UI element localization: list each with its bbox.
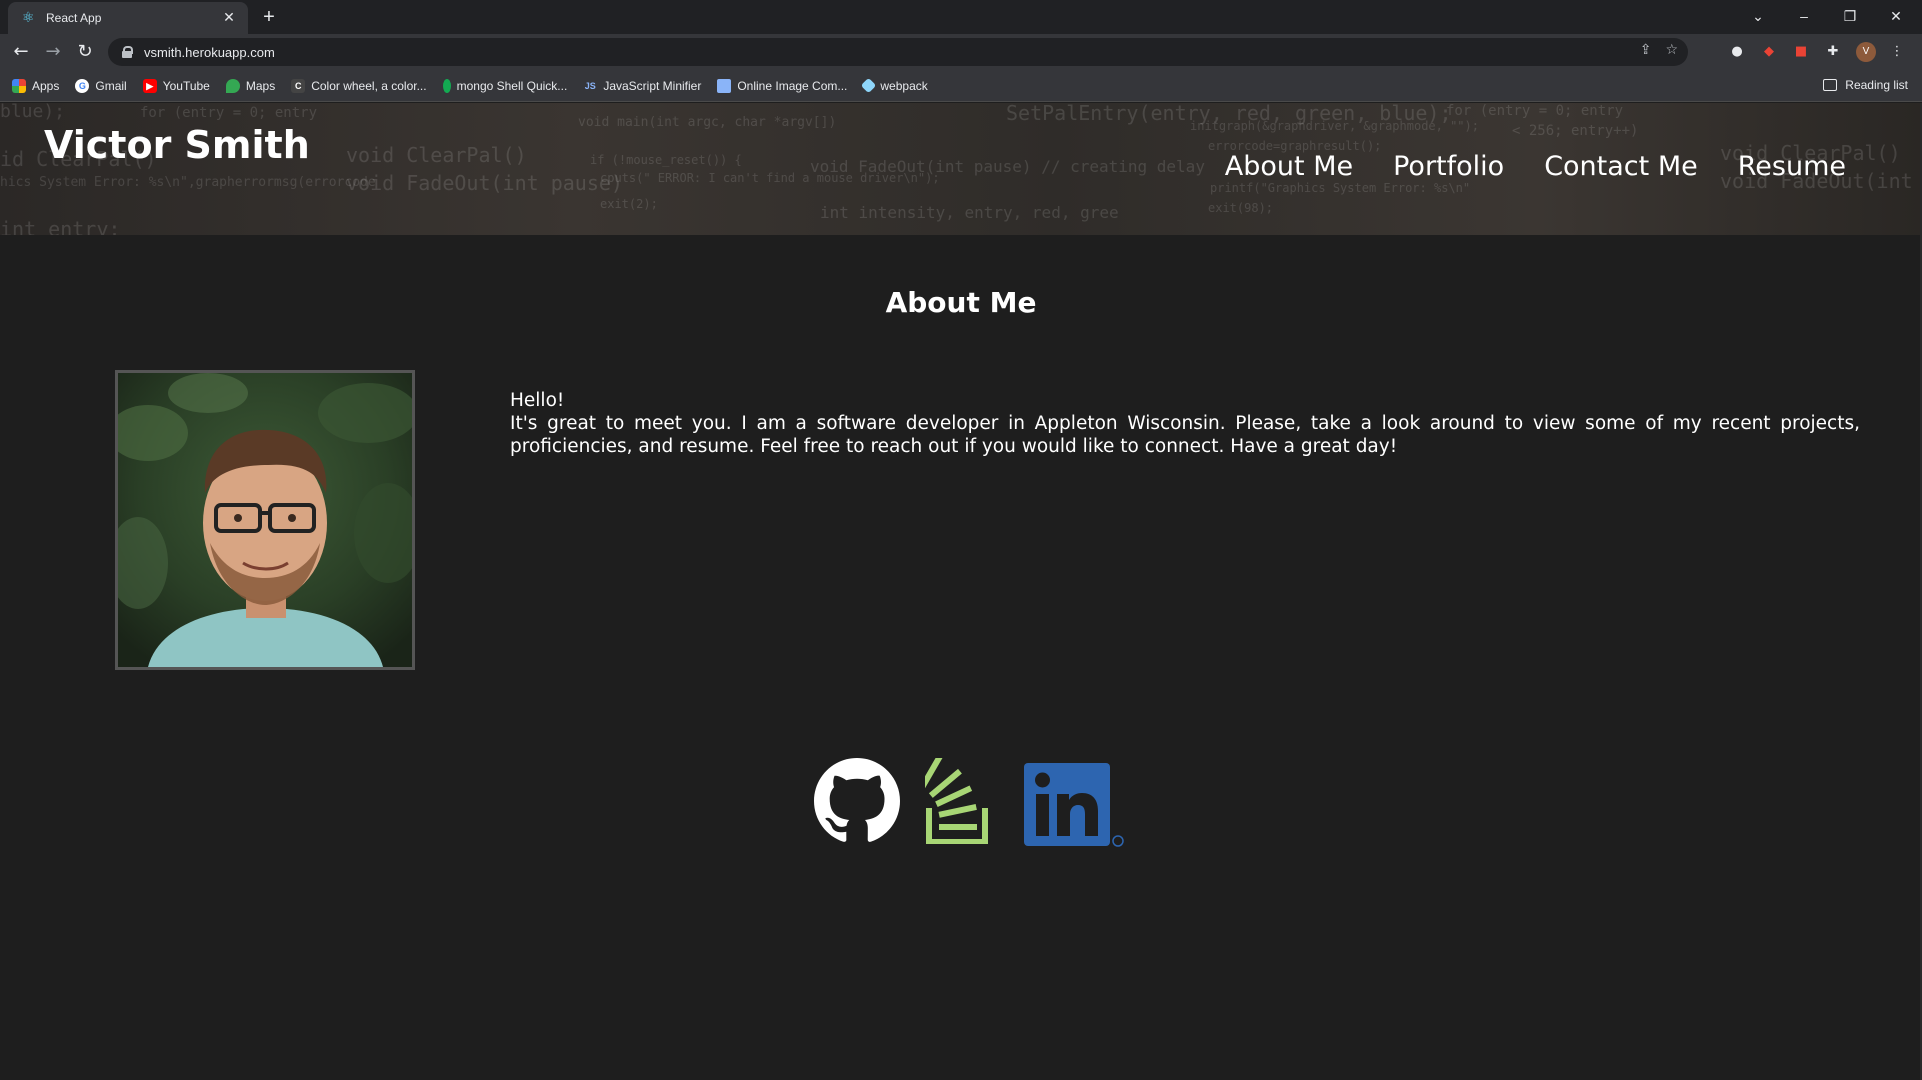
header-code-text: void main(int argc, char *argv[]) <box>578 115 837 130</box>
lock-icon[interactable] <box>122 46 133 58</box>
apps-grid-icon <box>12 78 26 93</box>
nav-contact-me[interactable]: Contact Me <box>1544 151 1698 182</box>
folder-icon <box>717 78 732 93</box>
bookmark-star-icon[interactable]: ☆ <box>1665 42 1678 58</box>
stackoverflow-link[interactable] <box>918 754 997 848</box>
minimize-button[interactable]: – <box>1784 4 1824 28</box>
bookmark-color-wheel[interactable]: C Color wheel, a color... <box>291 78 427 93</box>
site-title[interactable]: Victor Smith <box>44 123 310 167</box>
browser-tab[interactable]: ⚛ React App ✕ <box>8 2 248 34</box>
linkedin-icon <box>1024 763 1124 847</box>
about-text: Hello! It's great to meet you. I am a so… <box>510 389 1860 458</box>
stackoverflow-icon <box>918 754 988 845</box>
maps-pin-icon <box>225 78 240 93</box>
profile-avatar[interactable]: V <box>1856 42 1876 62</box>
reload-button[interactable]: ↻ <box>72 39 98 65</box>
header-code-text: exit(2); <box>600 197 658 211</box>
bookmark-maps[interactable]: Maps <box>225 78 275 93</box>
google-icon: G <box>75 78 90 93</box>
webpack-icon <box>861 77 877 94</box>
header-code-text: void FadeOut(int pause) <box>346 171 623 195</box>
reading-list-button[interactable]: Reading list <box>1823 78 1908 92</box>
header-code-text: hics System Error: %s\n",grapherrormsg(e… <box>0 175 376 190</box>
tab-title: React App <box>46 11 102 25</box>
github-link[interactable] <box>814 758 900 848</box>
browser-tab-strip: ⚛ React App ✕ + ⌄ – ❐ ✕ <box>0 0 1922 34</box>
header-code-text: < 256; entry++) <box>1512 123 1639 139</box>
bookmarks-bar: Apps G Gmail ▶ YouTube Maps C Color whee… <box>0 70 1922 102</box>
bookmark-gmail[interactable]: G Gmail <box>75 78 127 93</box>
header-code-text: void ClearPal() <box>346 143 527 167</box>
header-code-text: cputs(" ERROR: I can't find a mouse driv… <box>600 171 940 185</box>
extension-gift-icon[interactable]: ■ <box>1790 41 1812 63</box>
bookmark-youtube[interactable]: ▶ YouTube <box>142 78 210 93</box>
github-icon <box>814 758 900 842</box>
header-code-text: blue); <box>0 103 66 122</box>
bookmark-js-minifier[interactable]: JS JavaScript Minifier <box>583 79 702 93</box>
bio-text: It's great to meet you. I am a software … <box>510 413 1860 457</box>
header-code-text: exit(98); <box>1208 201 1274 215</box>
header-code-text: for (entry = 0; entry <box>140 105 318 121</box>
header-code-text: if (!mouse_reset()) { <box>590 153 742 167</box>
site-nav: About Me Portfolio Contact Me Resume <box>1225 151 1846 182</box>
restore-button[interactable]: ❐ <box>1830 4 1870 28</box>
header-code-text: printf("Graphics System Error: %s\n" <box>1210 181 1471 195</box>
web-page: blue); for (entry = 0; entry void main(i… <box>0 103 1922 1080</box>
tab-search-icon[interactable]: ⌄ <box>1738 4 1778 28</box>
js-icon: JS <box>584 80 596 91</box>
share-icon[interactable]: ⇪ <box>1640 42 1652 58</box>
extension-cast-icon[interactable]: ◆ <box>1758 41 1780 63</box>
nav-about-me[interactable]: About Me <box>1225 151 1353 182</box>
header-code-text: initgraph(&graphdriver, &graphmode, ""); <box>1190 119 1479 133</box>
mongodb-leaf-icon <box>442 78 451 93</box>
youtube-icon: ▶ <box>142 78 157 93</box>
greeting-text: Hello! <box>510 390 565 411</box>
header-code-text: int intensity, entry, red, gree <box>820 203 1119 222</box>
profile-photo <box>115 370 415 670</box>
site-header: blue); for (entry = 0; entry void main(i… <box>0 103 1922 235</box>
header-code-text: for (entry = 0; entry <box>1446 103 1624 119</box>
react-favicon-icon: ⚛ <box>22 10 35 26</box>
bookmark-image-compressor[interactable]: Online Image Com... <box>717 78 847 93</box>
menu-kebab-icon[interactable]: ⋮ <box>1886 41 1908 63</box>
close-tab-icon[interactable]: ✕ <box>220 10 238 26</box>
new-tab-button[interactable]: + <box>258 6 280 28</box>
nav-resume[interactable]: Resume <box>1738 151 1846 182</box>
url-text[interactable]: vsmith.herokuapp.com <box>144 45 275 60</box>
bookmark-mongo[interactable]: mongo Shell Quick... <box>442 78 567 93</box>
close-window-button[interactable]: ✕ <box>1876 4 1916 28</box>
linkedin-link[interactable] <box>1024 758 1126 848</box>
nav-portfolio[interactable]: Portfolio <box>1393 151 1504 182</box>
header-code-text: void FadeOut(int pause) // creating dela… <box>810 157 1205 176</box>
bookmark-webpack[interactable]: webpack <box>861 77 928 94</box>
forward-button[interactable]: → <box>40 39 66 65</box>
extensions-puzzle-icon[interactable]: ✚ <box>1822 41 1844 63</box>
profile-photo-illustration <box>118 373 412 667</box>
reading-list-icon <box>1823 79 1838 91</box>
section-title: About Me <box>885 286 1037 319</box>
canva-icon: C <box>291 78 306 93</box>
address-bar[interactable]: vsmith.herokuapp.com ⇪ ☆ <box>108 38 1688 66</box>
bookmark-apps[interactable]: Apps <box>12 78 59 93</box>
extension-shield-icon[interactable]: ● <box>1726 41 1748 63</box>
header-code-text: int entry; <box>0 217 121 235</box>
browser-toolbar: ← → ↻ vsmith.herokuapp.com ⇪ ☆ ● ◆ ■ ✚ V… <box>0 34 1922 70</box>
header-code-text: SetPalEntry(entry, red, green, blue); <box>1006 103 1452 125</box>
back-button[interactable]: ← <box>8 39 34 65</box>
